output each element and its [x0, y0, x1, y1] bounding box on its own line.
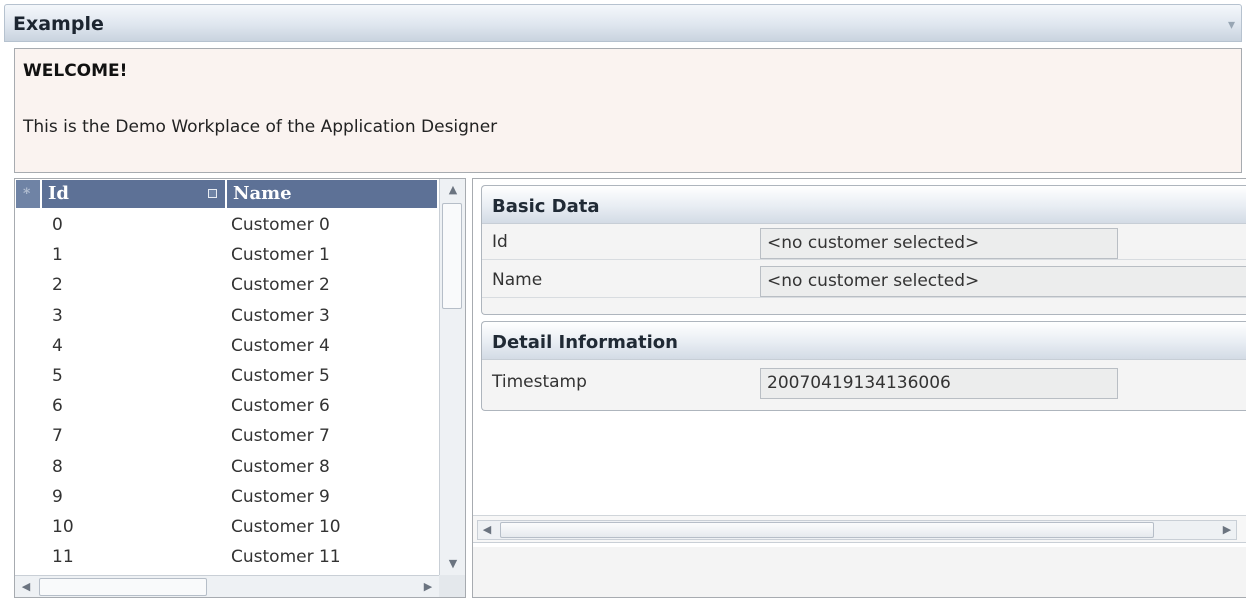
window-title: Example	[13, 13, 104, 35]
detail-footer	[473, 547, 1246, 597]
row-name: Customer 6	[231, 396, 330, 417]
id-field-row: Id <no customer selected>	[482, 224, 1246, 260]
row-id: 0	[52, 215, 63, 235]
row-id: 2	[52, 275, 63, 296]
row-id: 8	[52, 456, 63, 477]
table-row[interactable]: 4 Customer 4	[15, 332, 437, 362]
table-row[interactable]: 11 Customer 11	[15, 543, 437, 573]
table-row[interactable]: 0 Customer 0	[15, 211, 437, 241]
detail-information-section: Detail Information Timestamp 20070419134…	[481, 321, 1246, 411]
table-row[interactable]: 8 Customer 8	[15, 453, 437, 483]
welcome-heading: WELCOME!	[23, 61, 128, 81]
basic-data-header: Basic Data	[482, 186, 1246, 224]
row-name: Customer 0	[231, 215, 330, 235]
name-label: Name	[492, 270, 543, 290]
row-id: 11	[52, 547, 74, 568]
grid-header: * Id Name	[15, 179, 437, 209]
table-row[interactable]: 3 Customer 3	[15, 302, 437, 332]
table-row[interactable]: 1 Customer 1	[15, 241, 437, 271]
row-name: Customer 3	[231, 305, 330, 326]
row-id: 9	[52, 486, 63, 507]
detail-scroll-track[interactable]: ◀ ▶	[477, 520, 1237, 540]
table-row[interactable]: 7 Customer 7	[15, 422, 437, 452]
arrow-right-icon[interactable]: ▶	[1218, 521, 1236, 539]
table-row[interactable]: 6 Customer 6	[15, 392, 437, 422]
timestamp-field-row: Timestamp 20070419134136006	[482, 364, 1246, 400]
sort-indicator-icon[interactable]	[208, 189, 217, 198]
row-id: 7	[52, 426, 63, 447]
row-name: Customer 8	[231, 456, 330, 477]
table-row[interactable]: 5 Customer 5	[15, 362, 437, 392]
grid-vertical-scroll-thumb[interactable]	[442, 203, 462, 309]
row-name: Customer 2	[231, 275, 330, 296]
arrow-left-icon[interactable]: ◀	[15, 576, 37, 597]
scrollbar-corner	[439, 575, 465, 597]
row-id: 4	[52, 335, 63, 356]
detail-area: Basic Data Id <no customer selected> Nam…	[472, 178, 1246, 598]
timestamp-field[interactable]: 20070419134136006	[760, 368, 1118, 399]
name-field[interactable]: <no customer selected>	[760, 266, 1246, 297]
row-id: 1	[52, 245, 63, 266]
table-row[interactable]: 10 Customer 10	[15, 513, 437, 543]
id-column-label: Id	[48, 183, 70, 204]
table-row[interactable]: 9 Customer 9	[15, 483, 437, 513]
welcome-panel: WELCOME! This is the Demo Workplace of t…	[14, 48, 1242, 173]
id-column-header[interactable]: Id	[42, 180, 225, 208]
grid-horizontal-scrollbar[interactable]: ◀ ▶	[15, 575, 439, 597]
welcome-text: This is the Demo Workplace of the Applic…	[23, 117, 498, 137]
row-name: Customer 4	[231, 335, 330, 356]
id-field[interactable]: <no customer selected>	[760, 228, 1118, 259]
basic-data-title: Basic Data	[492, 196, 600, 217]
row-id: 5	[52, 365, 63, 386]
detail-horizontal-scrollbar[interactable]: ◀ ▶	[473, 515, 1246, 543]
window-titlebar: Example ▾	[4, 4, 1242, 42]
timestamp-label: Timestamp	[492, 372, 587, 392]
row-id: 10	[52, 516, 74, 537]
row-id: 6	[52, 396, 63, 417]
row-name: Customer 7	[231, 426, 330, 447]
arrow-up-icon[interactable]: ▲	[440, 179, 465, 201]
chevron-down-icon[interactable]: ▾	[1228, 17, 1235, 33]
name-column-header[interactable]: Name	[227, 180, 437, 208]
grid-rows: 0 Customer 0 1 Customer 1 2 Customer 2 3 Cus…	[15, 211, 437, 573]
row-name: Customer 9	[231, 486, 330, 507]
grid-horizontal-scroll-thumb[interactable]	[39, 578, 207, 596]
arrow-down-icon[interactable]: ▼	[440, 553, 465, 575]
row-id: 3	[52, 305, 63, 326]
row-name: Customer 10	[231, 516, 341, 537]
basic-data-section: Basic Data Id <no customer selected> Nam…	[481, 185, 1246, 315]
name-field-row: Name <no customer selected>	[482, 262, 1246, 298]
arrow-left-icon[interactable]: ◀	[478, 521, 496, 539]
detail-information-title: Detail Information	[492, 332, 678, 353]
row-name: Customer 5	[231, 365, 330, 386]
name-column-label: Name	[233, 183, 292, 204]
id-label: Id	[492, 232, 508, 252]
detail-information-header: Detail Information	[482, 322, 1246, 360]
select-all-column-header[interactable]: *	[16, 180, 40, 208]
table-row[interactable]: 2 Customer 2	[15, 271, 437, 301]
grid-vertical-scrollbar[interactable]: ▲ ▼	[439, 179, 465, 575]
detail-scroll-thumb[interactable]	[500, 522, 1154, 538]
arrow-right-icon[interactable]: ▶	[417, 576, 439, 597]
customer-grid: * Id Name 0 Customer 0 1 Customer 1 2 Custo…	[14, 178, 466, 598]
row-name: Customer 11	[231, 547, 341, 568]
row-name: Customer 1	[231, 245, 330, 266]
